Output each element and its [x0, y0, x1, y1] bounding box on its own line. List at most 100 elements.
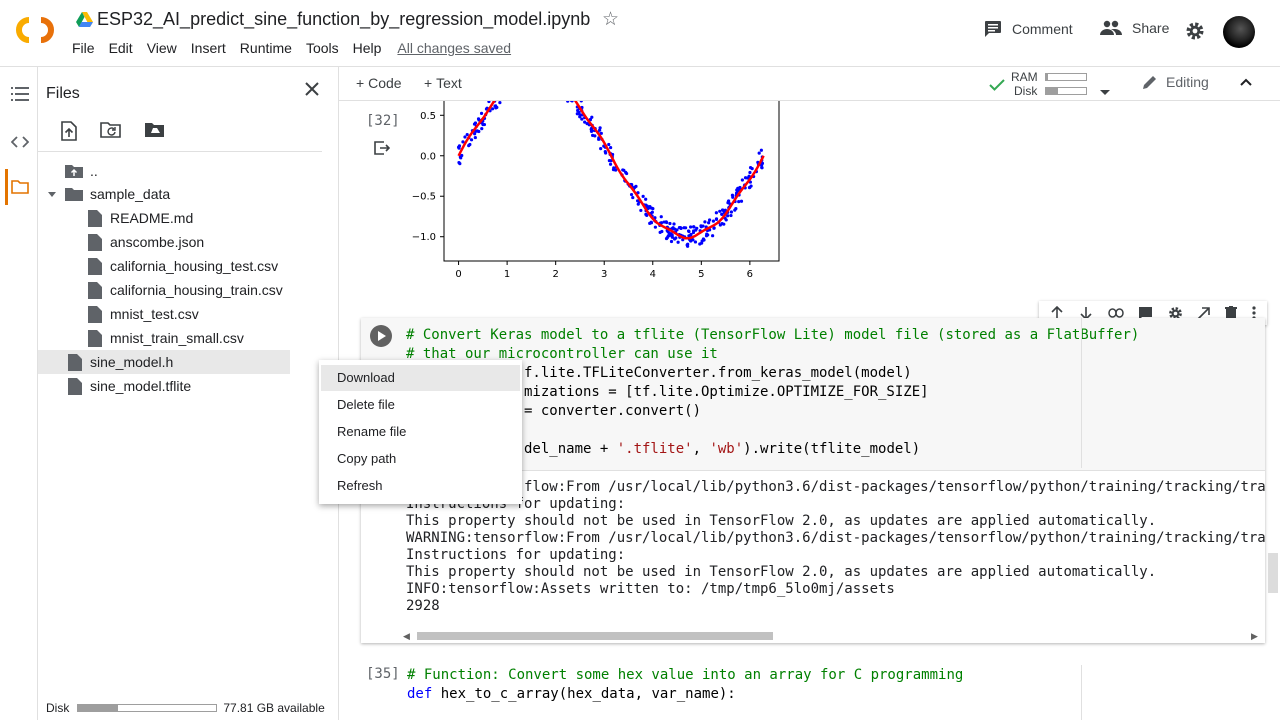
chevron-up-icon[interactable] — [1239, 75, 1253, 94]
scatter-point — [607, 142, 611, 147]
code-editor[interactable]: # Function: Convert some hex value into … — [407, 666, 963, 704]
files-title: Files — [46, 85, 80, 102]
file-icon — [88, 329, 102, 347]
comment-button[interactable]: Comment — [984, 20, 1073, 38]
scatter-point — [705, 232, 709, 236]
scatter-point — [674, 236, 678, 240]
scatter-point — [720, 208, 725, 212]
scatter-point — [599, 147, 603, 151]
share-button[interactable]: Share — [1100, 20, 1169, 36]
output-actions-icon[interactable] — [374, 141, 391, 160]
tree-item-file[interactable]: california_housing_train.csv — [38, 278, 338, 302]
caret-down-icon[interactable] — [38, 191, 65, 197]
folder-up-icon — [65, 164, 83, 178]
menu-view[interactable]: View — [147, 39, 177, 57]
tree-item-file[interactable]: sine_model.tflite — [38, 374, 338, 398]
add-code-button[interactable]: + Code — [356, 75, 402, 91]
add-text-button[interactable]: + Text — [424, 75, 462, 91]
horizontal-scrollbar[interactable]: ◀ ▶ — [401, 629, 1263, 641]
x-tick-label: 4 — [650, 269, 656, 280]
menu-item-download[interactable]: Download — [321, 365, 520, 391]
code-cell[interactable]: [35] # Function: Convert some hex value … — [361, 657, 1265, 720]
scatter-point — [740, 178, 744, 182]
plus-icon: + — [424, 75, 433, 91]
files-panel: Files .. sample_data README.md anscombe.… — [38, 66, 339, 720]
save-status[interactable]: All changes saved — [397, 39, 511, 57]
menu-item-copy-path[interactable]: Copy path — [319, 445, 522, 472]
vertical-scrollbar-thumb[interactable] — [1268, 553, 1278, 593]
scatter-point — [737, 199, 741, 204]
gear-icon[interactable] — [1185, 21, 1205, 46]
menu-tools[interactable]: Tools — [306, 39, 339, 57]
menu-item-rename-file[interactable]: Rename file — [319, 418, 522, 445]
scatter-point — [675, 228, 679, 232]
scatter-point — [759, 148, 764, 152]
y-tick-label: −0.5 — [412, 192, 436, 203]
menu-help[interactable]: Help — [353, 39, 382, 57]
mount-drive-icon[interactable] — [144, 121, 166, 146]
scroll-right-icon[interactable]: ▶ — [1251, 631, 1258, 642]
menu-item-refresh[interactable]: Refresh — [319, 472, 522, 499]
scatter-point — [676, 240, 680, 244]
scatter-point — [644, 197, 648, 201]
scatter-point — [611, 168, 616, 172]
axes-frame — [443, 101, 780, 262]
disk-usage-fill — [78, 705, 119, 711]
resources-indicator[interactable]: RAM Disk — [987, 69, 1137, 99]
close-icon[interactable] — [304, 81, 320, 102]
avatar[interactable] — [1223, 16, 1255, 48]
scatter-point — [707, 221, 711, 225]
disk-fill — [1046, 88, 1058, 94]
scatter-point — [729, 210, 734, 214]
tree-item-sample-data[interactable]: sample_data — [38, 182, 338, 206]
table-of-contents-icon[interactable] — [11, 87, 29, 106]
scatter-point — [685, 243, 689, 247]
tree-item-file[interactable]: anscombe.json — [38, 230, 338, 254]
colab-logo-icon[interactable] — [12, 12, 58, 48]
scatter-point — [583, 120, 587, 124]
folder-icon[interactable] — [11, 180, 29, 199]
scatter-point — [703, 220, 707, 224]
menu-runtime[interactable]: Runtime — [240, 39, 292, 57]
scatter-point — [641, 194, 645, 198]
menu-file[interactable]: File — [72, 39, 95, 57]
scatter-point — [730, 193, 735, 197]
y-tick-label: 0.0 — [420, 151, 436, 162]
run-cell-button[interactable] — [370, 325, 392, 347]
refresh-folder-icon[interactable] — [100, 121, 122, 146]
menu-edit[interactable]: Edit — [109, 39, 133, 57]
dropdown-arrow-icon[interactable] — [1100, 82, 1110, 100]
tree-item-label: anscombe.json — [110, 234, 205, 250]
tree-item-file[interactable]: mnist_test.csv — [38, 302, 338, 326]
scatter-point — [575, 112, 579, 116]
scatter-point — [692, 225, 696, 229]
code-snippets-icon[interactable] — [10, 135, 30, 153]
tree-item-label: README.md — [110, 210, 194, 226]
x-tick-label: 6 — [747, 269, 753, 280]
scatter-point — [465, 132, 469, 137]
scatter-point — [720, 212, 724, 216]
ram-fill — [1046, 74, 1048, 80]
file-icon — [88, 233, 102, 251]
tree-item-label: sine_model.h — [90, 354, 174, 370]
tree-item-file-selected[interactable]: sine_model.h — [38, 350, 290, 374]
scrollbar-thumb[interactable] — [417, 632, 773, 640]
menu-item-delete-file[interactable]: Delete file — [319, 391, 522, 418]
disk-usage-bar — [77, 704, 218, 712]
scatter-point — [493, 104, 497, 108]
tree-item-file[interactable]: california_housing_test.csv — [38, 254, 338, 278]
tree-item-file[interactable]: README.md — [38, 206, 338, 230]
link-icon[interactable] — [1107, 308, 1124, 318]
y-tick-label: −1.0 — [412, 232, 436, 243]
upload-icon[interactable] — [60, 121, 78, 146]
menu-insert[interactable]: Insert — [191, 39, 226, 57]
tree-item-parent[interactable]: .. — [38, 159, 338, 183]
notebook-title[interactable]: ESP32_AI_predict_sine_function_by_regres… — [97, 9, 590, 30]
editing-mode-button[interactable]: Editing — [1142, 74, 1209, 90]
tree-item-file[interactable]: mnist_train_small.csv — [38, 326, 338, 350]
scatter-point — [467, 144, 471, 148]
scatter-point — [598, 126, 602, 130]
scroll-left-icon[interactable]: ◀ — [403, 631, 410, 642]
star-icon[interactable]: ☆ — [602, 9, 619, 31]
scatter-point — [645, 204, 649, 208]
